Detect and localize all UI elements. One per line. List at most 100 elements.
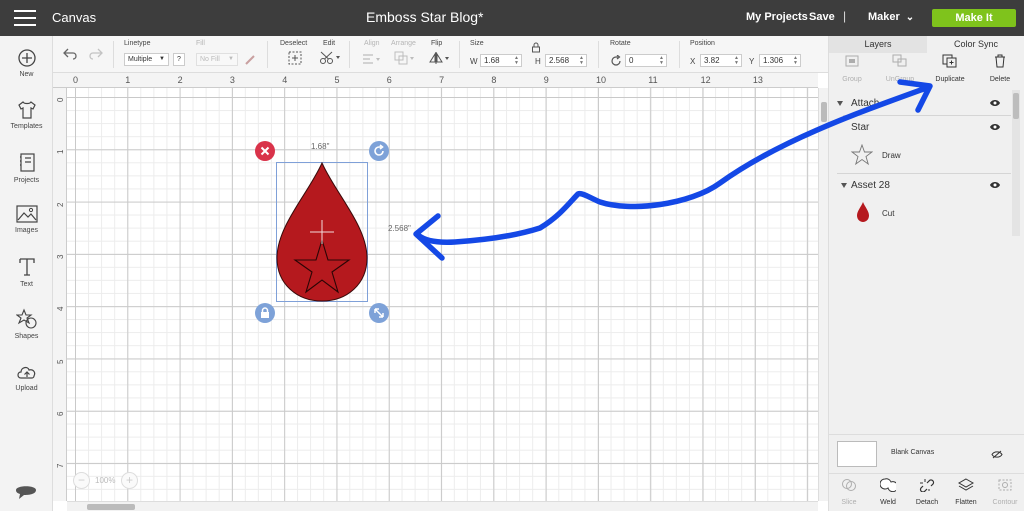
layer-operation: Draw: [882, 151, 901, 160]
chat-icon[interactable]: [14, 482, 38, 502]
layers-panel: Layers Color Sync Group UnGroup Duplicat…: [828, 36, 1024, 511]
layer-group-attach[interactable]: Attach: [829, 92, 1011, 114]
scrollbar-thumb[interactable]: [87, 504, 135, 510]
layers-scrollbar[interactable]: [1012, 90, 1020, 236]
layer-asset-item[interactable]: Cut: [829, 198, 1011, 228]
sidebar-item-projects[interactable]: Projects: [0, 152, 53, 184]
blank-canvas-layer[interactable]: Blank Canvas: [829, 434, 1024, 472]
edit-toolbar: Linetype Multiple ▼ ? Fill No Fill ▼ Desel…: [53, 36, 828, 73]
resize-handle[interactable]: [369, 303, 389, 323]
detach-label: Detach: [915, 499, 939, 506]
detach-button[interactable]: Detach: [908, 478, 946, 506]
linetype-help-button[interactable]: ?: [173, 53, 185, 66]
rotate-handle[interactable]: [369, 141, 389, 161]
undo-icon[interactable]: [63, 47, 79, 66]
collapse-triangle-icon[interactable]: [837, 101, 843, 106]
sidebar-item-new[interactable]: New: [0, 48, 53, 78]
scrollbar-thumb[interactable]: [1013, 93, 1019, 119]
design-canvas[interactable]: [67, 88, 818, 501]
ruler-number: 10: [596, 75, 607, 85]
zoom-out-button[interactable]: −: [73, 472, 90, 489]
slice-button[interactable]: Slice: [830, 478, 868, 506]
scissors-icon[interactable]: [319, 51, 341, 70]
canvas-horizontal-scrollbar[interactable]: [67, 501, 818, 511]
ruler-number: 6: [386, 75, 392, 85]
toolbar-divider: [679, 41, 680, 68]
width-input[interactable]: 1.68 ▲ ▼: [480, 54, 522, 67]
y-position-input[interactable]: 1.306 ▲ ▼: [759, 54, 801, 67]
lock-handle[interactable]: [255, 303, 275, 323]
delete-handle[interactable]: [255, 141, 275, 161]
arrange-icon[interactable]: [394, 51, 416, 70]
contour-icon: [998, 479, 1012, 491]
deselect-group: Deselect: [280, 40, 307, 51]
sidebar-item-templates[interactable]: Templates: [0, 100, 53, 130]
selected-object[interactable]: [274, 160, 370, 304]
align-group: Align: [364, 40, 380, 51]
eye-icon[interactable]: [989, 181, 1001, 189]
sidebar-item-upload[interactable]: Upload: [0, 362, 53, 392]
fill-select[interactable]: No Fill ▼: [196, 53, 238, 66]
align-icon[interactable]: [362, 52, 382, 70]
eye-icon[interactable]: [989, 123, 1001, 131]
ungroup-button[interactable]: UnGroup: [877, 54, 923, 83]
sidebar-item-label: Templates: [10, 123, 43, 130]
layer-star[interactable]: Star: [841, 116, 1011, 138]
lock-proportions-icon[interactable]: [531, 40, 541, 58]
ruler-number: 0: [73, 75, 79, 85]
tab-layers[interactable]: Layers: [829, 36, 927, 53]
delete-button[interactable]: Delete: [977, 54, 1023, 83]
weld-label: Weld: [880, 499, 896, 506]
collapse-triangle-icon[interactable]: [841, 183, 847, 188]
sidebar-item-images[interactable]: Images: [0, 204, 53, 234]
ruler-number: 2: [177, 75, 183, 85]
width-dimension-label: 1.68": [311, 142, 330, 151]
sidebar-item-label: Images: [15, 227, 38, 234]
sidebar-item-label: Projects: [13, 177, 40, 184]
my-projects-link[interactable]: My Projects: [746, 11, 808, 23]
flatten-button[interactable]: Flatten: [947, 478, 985, 506]
deselect-icon[interactable]: [288, 51, 302, 70]
group-button[interactable]: Group: [829, 54, 875, 83]
blank-canvas-swatch: [837, 441, 877, 467]
x-position-input[interactable]: 3.82 ▲ ▼: [700, 54, 742, 67]
zoom-in-button[interactable]: +: [121, 472, 138, 489]
contour-button[interactable]: Contour: [986, 478, 1024, 506]
left-sidebar: New Templates Projects Images Text Shape…: [0, 36, 53, 511]
flip-icon[interactable]: [429, 51, 451, 70]
shirt-icon: [17, 101, 36, 119]
canvas-vertical-scrollbar[interactable]: [818, 88, 828, 501]
sidebar-item-shapes[interactable]: Shapes: [0, 308, 53, 340]
sidebar-item-text[interactable]: Text: [0, 256, 53, 288]
blank-canvas-label: Blank Canvas: [891, 449, 935, 456]
linetype-select[interactable]: Multiple ▼: [124, 53, 169, 66]
tab-color-sync[interactable]: Color Sync: [927, 36, 1024, 53]
scrollbar-thumb[interactable]: [821, 102, 827, 122]
eye-hidden-icon[interactable]: [991, 450, 1003, 459]
save-button[interactable]: Save: [809, 11, 835, 23]
hamburger-menu-icon[interactable]: [14, 10, 36, 26]
redo-icon[interactable]: [87, 47, 103, 66]
fill-color-pen-icon[interactable]: [244, 53, 256, 71]
weld-button[interactable]: Weld: [869, 478, 907, 506]
layer-star-name: Star: [851, 122, 870, 133]
ungroup-label: UnGroup: [885, 76, 915, 83]
document-title: Emboss Star Blog*: [366, 9, 484, 25]
top-bar: Canvas Emboss Star Blog* My Projects Sav…: [0, 0, 1024, 36]
machine-select[interactable]: Maker ⌄: [868, 11, 914, 23]
rotate-arrow-icon: [374, 144, 384, 156]
layer-star-item[interactable]: Draw: [829, 140, 1011, 170]
toolbar-divider: [459, 41, 460, 68]
rotate-input[interactable]: 0 ▲ ▼: [625, 54, 667, 67]
layer-asset[interactable]: Asset 28: [841, 174, 1011, 196]
x-label: X: [690, 57, 696, 66]
height-label: H: [535, 57, 541, 66]
make-it-button[interactable]: Make It: [932, 9, 1016, 27]
eye-icon[interactable]: [989, 99, 1001, 107]
stepper-icon: ▲ ▼: [579, 55, 584, 66]
ruler-number: 1: [56, 149, 65, 155]
contour-label: Contour: [992, 499, 1018, 506]
duplicate-button[interactable]: Duplicate: [927, 54, 973, 83]
height-input[interactable]: 2.568 ▲ ▼: [545, 54, 587, 67]
arrange-label: Arrange: [391, 40, 416, 47]
